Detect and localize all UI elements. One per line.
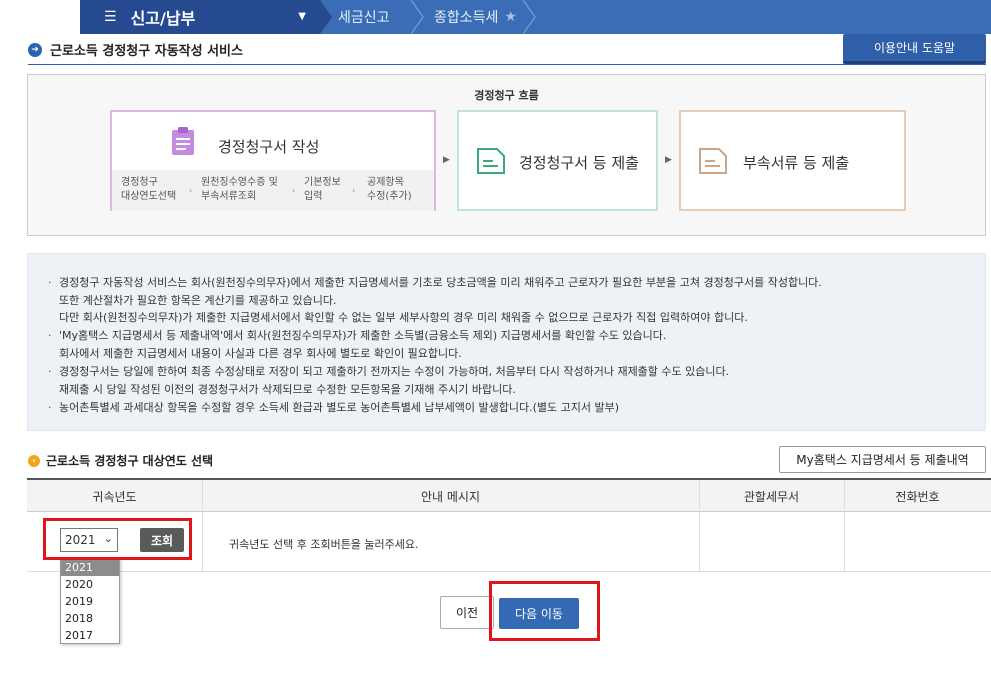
process-flow-panel: 경정청구 흐름 경정청구서 작성 경정청구 대상연도선택 › 원천징수영수증 및… — [27, 74, 986, 236]
page-title: ➜ 근로소득 경정청구 자동작성 서비스 — [28, 40, 243, 59]
hamburger-icon: ☰ — [104, 9, 117, 25]
notice-line: · 농어촌특별세 과세대상 항목을 수정할 경우 소득세 환급과 별도로 농어촌특… — [48, 401, 620, 414]
notice-line: 회사에서 제출한 지급명세서 내용이 사실과 다른 경우 회사에 별도로 확인이… — [59, 347, 462, 360]
chevron-right-icon: › — [189, 186, 193, 195]
column-header: 관할세무서 — [743, 489, 800, 504]
column-header: 귀속년도 — [92, 489, 137, 504]
year-option[interactable]: 2019 — [61, 593, 119, 610]
flow-card-submit: 경정청구서 등 제출 — [457, 110, 658, 211]
page-title-text: 근로소득 경정청구 자동작성 서비스 — [50, 44, 243, 59]
column-header: 안내 메시지 — [420, 489, 480, 504]
breadcrumb-item-label: 종합소득세 — [434, 10, 499, 26]
flow-step: 원천징수영수증 및 부속서류조회 — [201, 177, 278, 202]
highlight-box-year-select — [43, 518, 192, 560]
column-divider — [699, 480, 700, 572]
flow-card-attachments-title: 부속서류 등 제출 — [743, 154, 850, 172]
chevron-right-icon: › — [292, 186, 296, 195]
guide-message: 귀속년도 선택 후 조회버튼을 눌러주세요. — [229, 538, 419, 551]
arrow-circle-icon: › — [28, 454, 40, 467]
mytax-payment-statement-button[interactable]: My홈택스 지급명세서 등 제출내역 — [779, 446, 986, 473]
flow-arrow-icon: ▶ — [665, 155, 672, 165]
breadcrumb-separator-icon — [318, 0, 332, 34]
breadcrumb-item-income-tax[interactable]: 종합소득세 ★ — [434, 0, 517, 34]
year-select-title-text: 근로소득 경정청구 대상연도 선택 — [46, 454, 214, 468]
caret-down-icon: ▼ — [298, 11, 306, 22]
top-nav-bar: ☰ 신고/납부 ▼ 세금신고 종합소득세 ★ — [0, 0, 991, 36]
flow-steps: 경정청구 대상연도선택 › 원천징수영수증 및 부속서류조회 › 기본정보 입력… — [112, 170, 434, 211]
flow-card-write: 경정청구서 작성 경정청구 대상연도선택 › 원천징수영수증 및 부속서류조회 … — [110, 110, 436, 211]
flow-card-write-title: 경정청구서 작성 — [218, 138, 320, 156]
year-option[interactable]: 2018 — [61, 610, 119, 627]
arrow-circle-icon: ➜ — [28, 42, 42, 57]
breadcrumb-item-tax-return[interactable]: 세금신고 — [338, 0, 390, 34]
star-icon[interactable]: ★ — [504, 9, 517, 25]
main-menu-button[interactable]: ☰ 신고/납부 ▼ — [80, 0, 320, 34]
notice-line: 재제출 시 당일 작성된 이전의 경정청구서가 삭제되므로 수정한 모든항목을 … — [59, 383, 516, 396]
flow-card-submit-title: 경정청구서 등 제출 — [519, 154, 639, 172]
document-icon — [477, 148, 505, 174]
column-header: 전화번호 — [895, 489, 940, 504]
clipboard-icon — [172, 127, 194, 155]
column-divider — [202, 480, 203, 572]
notice-line: · 'My홈택스 지급명세서 등 제출내역'에서 회사(원천징수의무자)가 제출한… — [48, 329, 667, 342]
notice-box: · 경정청구 자동작성 서비스는 회사(원천징수의무자)에서 제출한 지급명세서를… — [27, 253, 986, 431]
row-divider — [27, 571, 991, 572]
year-dropdown-list: 2021 2020 2019 2018 2017 — [60, 558, 120, 644]
flow-arrow-icon: ▶ — [443, 155, 450, 165]
year-option[interactable]: 2020 — [61, 576, 119, 593]
flow-step: 경정청구 대상연도선택 — [121, 177, 177, 202]
prev-button[interactable]: 이전 — [440, 596, 494, 629]
notice-line: 또한 계산절차가 필요한 항목은 계산기를 제공하고 있습니다. — [59, 294, 337, 307]
breadcrumb-separator-icon — [522, 0, 536, 34]
breadcrumb-separator-icon — [410, 0, 424, 34]
year-option[interactable]: 2021 — [61, 559, 119, 576]
flow-step: 공제항목 수정(추가) — [367, 177, 412, 202]
notice-line: · 경정청구 자동작성 서비스는 회사(원천징수의무자)에서 제출한 지급명세서를… — [48, 276, 822, 289]
notice-line: 다만 회사(원천징수의무자)가 제출한 지급명세서에서 확인할 수 없는 일부 … — [59, 311, 748, 324]
help-guide-button[interactable]: 이용안내 도움말 — [843, 34, 986, 64]
flow-step: 기본정보 입력 — [304, 177, 341, 202]
menu-title: 신고/납부 — [130, 9, 196, 28]
year-option[interactable]: 2017 — [61, 627, 119, 644]
chevron-right-icon: › — [352, 186, 356, 195]
section-divider — [28, 64, 986, 65]
highlight-box-next-button — [489, 581, 600, 641]
notice-line: · 경정청구서는 당일에 한하여 최종 수정상태로 저장이 되고 제출하기 전까지… — [48, 365, 730, 378]
table-header: 귀속년도 안내 메시지 관할세무서 전화번호 — [27, 480, 991, 512]
flow-card-attachments: 부속서류 등 제출 — [679, 110, 906, 211]
document-icon — [699, 148, 727, 174]
flow-title: 경정청구 흐름 — [474, 89, 539, 102]
column-divider — [844, 480, 845, 572]
year-select-title: › 근로소득 경정청구 대상연도 선택 — [28, 452, 213, 469]
